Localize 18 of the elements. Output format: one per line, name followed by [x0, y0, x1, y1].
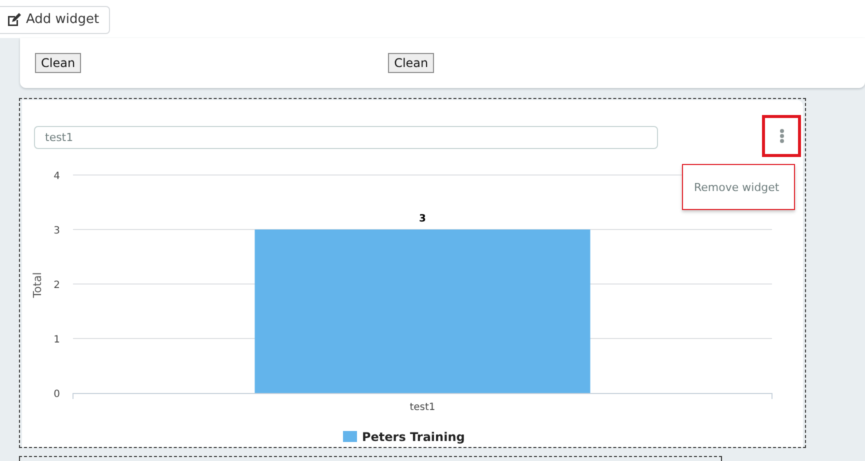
edit-icon: [7, 12, 21, 26]
clean-button[interactable]: Clean: [35, 53, 82, 73]
y-tick-label: 4: [54, 171, 60, 182]
widget-menu-button[interactable]: [762, 115, 801, 157]
y-tick-label: 3: [54, 226, 60, 236]
title-field[interactable]: test1: [34, 126, 658, 149]
legend-label: Peters Training: [362, 430, 465, 444]
add-widget-button[interactable]: Add widget: [0, 6, 110, 34]
legend-swatch: [343, 431, 357, 442]
y-tick-label: 1: [54, 334, 60, 346]
data-label: 3: [419, 214, 426, 224]
kebab-icon: [780, 129, 784, 143]
x-tick-label: test1: [410, 402, 436, 413]
menu-item[interactable]: Remove widget: [694, 180, 780, 194]
y-axis-title: Total: [31, 272, 44, 298]
y-tick-label: 0: [54, 389, 60, 400]
y-tick-label: 2: [54, 280, 60, 291]
clean-button[interactable]: Clean: [388, 53, 434, 73]
